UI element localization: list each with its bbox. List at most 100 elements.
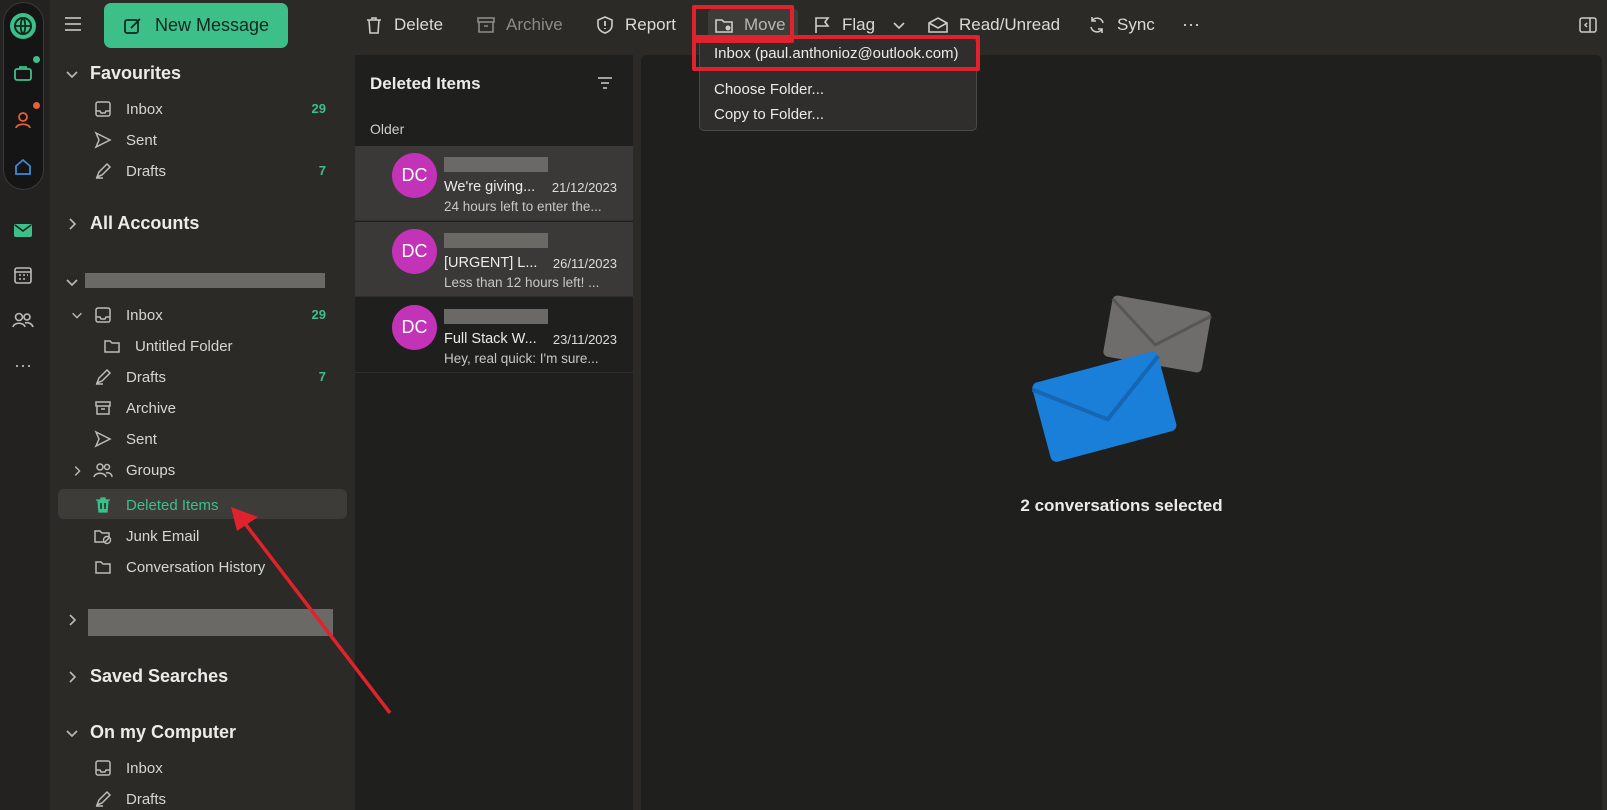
menu-item-copy-to-folder[interactable]: Copy to Folder... — [714, 106, 824, 123]
chevron-down-icon[interactable] — [70, 308, 84, 322]
fav-inbox[interactable]: Inbox — [92, 98, 163, 120]
send-icon — [92, 129, 114, 151]
pencil-icon — [92, 788, 114, 810]
message-subject: Full Stack W... — [444, 331, 537, 347]
archive-label: Archive — [506, 15, 563, 34]
account-inbox-label: Inbox — [126, 306, 163, 324]
fav-drafts-label: Drafts — [126, 162, 167, 180]
new-message-button[interactable]: New Message — [104, 3, 288, 48]
on-my-computer-title: On my Computer — [90, 722, 237, 742]
briefcase-icon[interactable] — [8, 58, 38, 88]
untitled-folder[interactable]: Untitled Folder — [101, 335, 233, 357]
avatar: DC — [392, 305, 437, 350]
folder-title: Deleted Items — [370, 74, 481, 93]
archive-icon — [476, 15, 496, 35]
archive-button[interactable]: Archive — [476, 9, 563, 41]
account-inbox[interactable]: Inbox — [92, 304, 163, 326]
all-accounts-header[interactable]: All Accounts — [64, 213, 199, 234]
pencil-icon — [92, 160, 114, 182]
inbox-highlight-box — [692, 35, 980, 71]
sync-button[interactable]: Sync — [1087, 9, 1155, 41]
unread-count: 29 — [311, 101, 326, 116]
message-subject: We're giving... — [444, 179, 536, 195]
saved-searches-title: Saved Searches — [90, 666, 229, 686]
account-deleted-items-label: Deleted Items — [126, 496, 219, 514]
people-icon[interactable] — [8, 305, 38, 335]
redacted-sender — [444, 233, 548, 248]
chevron-down-icon[interactable] — [64, 274, 80, 290]
reading-pane: 2 conversations selected — [641, 55, 1602, 810]
message-date: 23/11/2023 — [552, 332, 617, 347]
message-preview: Less than 12 hours left! ... — [444, 275, 600, 290]
more-options-button[interactable]: ··· — [1182, 8, 1200, 40]
inbox-icon — [92, 98, 114, 120]
account-junk-email-label: Junk Email — [126, 527, 200, 545]
chevron-right-icon[interactable] — [70, 464, 84, 478]
new-message-label: New Message — [154, 15, 270, 35]
filter-icon[interactable] — [596, 75, 614, 91]
redacted-sender — [444, 309, 548, 324]
message-subject: [URGENT] L... — [444, 255, 538, 271]
favourites-title: Favourites — [90, 63, 182, 83]
chevron-down-icon[interactable] — [891, 17, 907, 33]
more-apps-icon[interactable]: ··· — [8, 350, 38, 380]
list-item[interactable]: DC [URGENT] L... 26/11/2023 Less than 12… — [355, 222, 633, 297]
delete-label: Delete — [394, 15, 444, 34]
trash-icon — [364, 15, 384, 35]
menu-icon[interactable] — [63, 14, 83, 34]
globe-icon[interactable] — [8, 11, 38, 41]
menu-item-choose-folder[interactable]: Choose Folder... — [714, 81, 824, 98]
account-deleted-items[interactable]: Deleted Items — [92, 494, 219, 516]
group-header: Older — [370, 121, 405, 137]
local-inbox[interactable]: Inbox — [92, 757, 163, 779]
compose-icon — [123, 16, 143, 36]
account-sent[interactable]: Sent — [92, 428, 157, 450]
redacted-account-name — [85, 273, 325, 288]
mail-icon[interactable] — [8, 215, 38, 245]
account-drafts[interactable]: Drafts — [92, 366, 166, 388]
avatar: DC — [392, 229, 437, 274]
account-drafts-label: Drafts — [126, 368, 167, 386]
list-item[interactable]: DC We're giving... 21/12/2023 24 hours l… — [355, 146, 633, 221]
account-groups-label: Groups — [126, 461, 176, 479]
chevron-right-icon — [69, 217, 77, 230]
status-dot — [33, 56, 40, 63]
unread-count: 29 — [311, 307, 326, 322]
read-unread-label: Read/Unread — [959, 15, 1061, 34]
account-junk-email[interactable]: Junk Email — [92, 525, 199, 547]
calendar-icon[interactable] — [8, 260, 38, 290]
fav-inbox-label: Inbox — [126, 100, 163, 118]
fav-sent[interactable]: Sent — [92, 129, 157, 151]
account-archive-label: Archive — [126, 399, 177, 417]
person-icon[interactable] — [8, 105, 38, 135]
message-date: 21/12/2023 — [551, 180, 617, 195]
list-item[interactable]: DC Full Stack W... 23/11/2023 Hey, real … — [355, 298, 633, 373]
saved-searches-header[interactable]: Saved Searches — [64, 666, 228, 687]
delete-button[interactable]: Delete — [364, 9, 443, 41]
chevron-right-icon — [69, 670, 77, 683]
on-my-computer-header[interactable]: On my Computer — [64, 722, 236, 743]
account-groups[interactable]: Groups — [92, 459, 175, 481]
message-date: 26/11/2023 — [552, 256, 617, 271]
favourites-header[interactable]: Favourites — [64, 63, 181, 84]
report-button[interactable]: Report — [595, 9, 676, 41]
inbox-icon — [92, 757, 114, 779]
home-icon[interactable] — [8, 152, 38, 182]
chevron-down-icon — [66, 70, 78, 78]
account-archive[interactable]: Archive — [92, 397, 176, 419]
junk-icon — [92, 525, 114, 547]
local-drafts[interactable]: Drafts — [92, 788, 166, 810]
local-drafts-label: Drafts — [126, 790, 167, 808]
shield-icon — [595, 15, 615, 35]
message-preview: Hey, real quick: I'm sure... — [444, 351, 599, 366]
folder-icon — [92, 556, 114, 578]
pencil-icon — [92, 366, 114, 388]
fav-drafts[interactable]: Drafts — [92, 160, 166, 182]
local-inbox-label: Inbox — [126, 759, 163, 777]
collapse-pane-icon[interactable] — [1578, 16, 1598, 34]
status-dot — [33, 102, 40, 109]
fav-sent-label: Sent — [126, 131, 157, 149]
inbox-icon — [92, 304, 114, 326]
chevron-right-icon[interactable] — [64, 612, 80, 628]
flag-icon — [812, 15, 832, 35]
